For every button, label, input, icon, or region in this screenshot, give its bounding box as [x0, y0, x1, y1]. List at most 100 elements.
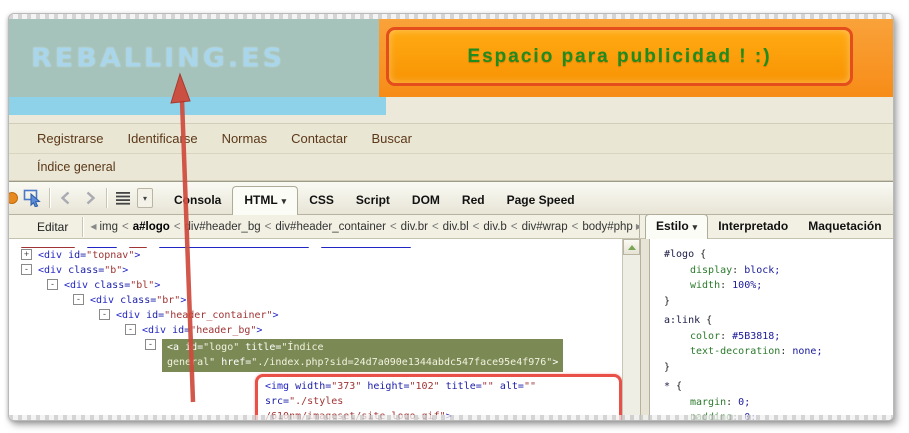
- forward-icon[interactable]: [78, 187, 102, 209]
- nav-link-registrarse[interactable]: Registrarse: [37, 131, 103, 146]
- ad-banner-area: Espacio para publicidad ! :): [379, 19, 893, 97]
- css-selector[interactable]: #logo: [664, 249, 694, 260]
- css-property-line[interactable]: margin: 0;: [664, 395, 893, 411]
- tab-css[interactable]: CSS: [298, 187, 345, 214]
- tab-red[interactable]: Red: [451, 187, 496, 214]
- css-property-name[interactable]: display: [690, 265, 732, 276]
- css-property-line[interactable]: display: block;: [664, 263, 893, 279]
- html-tree-panel[interactable]: +<div id="topnav">-<div class="b">-<div …: [9, 239, 622, 421]
- side-tab-interpretado[interactable]: Interpretado: [708, 215, 798, 238]
- code-token: >: [552, 357, 558, 368]
- tab-html[interactable]: HTML▾: [232, 186, 298, 215]
- path-item-div-b[interactable]: div.b: [483, 221, 506, 233]
- nav-link-normas[interactable]: Normas: [222, 131, 268, 146]
- panel-splitter[interactable]: [640, 239, 650, 421]
- code-token: "header_bg": [190, 325, 256, 336]
- css-property-name[interactable]: color: [690, 331, 720, 342]
- css-colon: :: [720, 280, 732, 291]
- expander-icon[interactable]: -: [47, 279, 58, 290]
- css-selector-line[interactable]: a:link {: [664, 313, 893, 329]
- css-selector-line[interactable]: #logo {: [664, 247, 893, 263]
- css-property-value[interactable]: none;: [792, 346, 822, 357]
- code-token: <div: [38, 250, 68, 261]
- selected-element-line: general" href="./index.php?sid=24d7a090e…: [167, 355, 558, 370]
- path-item-div-bl[interactable]: div.bl: [443, 221, 469, 233]
- expander-icon[interactable]: +: [21, 249, 32, 260]
- tree-node[interactable]: -<div id="header_container">: [9, 308, 622, 323]
- scrollbar[interactable]: [622, 239, 640, 421]
- site-logo-text[interactable]: REBALLING.ES: [31, 44, 285, 73]
- img-annotation-box[interactable]: <img width="373" height="102" title="" a…: [255, 374, 622, 421]
- path-item-body-php[interactable]: body#php: [582, 221, 633, 233]
- expander-icon[interactable]: -: [21, 264, 32, 275]
- css-colon: :: [732, 265, 744, 276]
- css-property-line[interactable]: width: 100%;: [664, 278, 893, 294]
- expander-icon[interactable]: -: [145, 339, 156, 350]
- code-token: id=: [68, 250, 86, 261]
- css-selector-line[interactable]: * {: [664, 379, 893, 395]
- css-property-value[interactable]: #5B3818;: [732, 331, 780, 342]
- inspect-element-icon[interactable]: [21, 187, 45, 209]
- site-breadcrumb[interactable]: Índice general: [37, 160, 116, 174]
- code-token: <div: [116, 310, 146, 321]
- path-item-img[interactable]: img: [100, 221, 119, 233]
- path-item-div-header_bg[interactable]: div#header_bg: [185, 221, 261, 233]
- firebug-icon[interactable]: [8, 192, 18, 204]
- css-brace: }: [664, 294, 893, 310]
- css-property-value[interactable]: block;: [744, 265, 780, 276]
- annotated-img-row[interactable]: <img width="373" height="102" title="" a…: [9, 374, 622, 421]
- side-tab-maquetación[interactable]: Maquetación: [798, 215, 891, 238]
- ad-banner[interactable]: Espacio para publicidad ! :): [386, 27, 853, 86]
- nav-link-identificarse[interactable]: Identificarse: [127, 131, 197, 146]
- css-property-value[interactable]: 100%;: [732, 280, 762, 291]
- css-property-name[interactable]: width: [690, 280, 720, 291]
- edit-button[interactable]: Editar: [27, 220, 78, 234]
- css-property-name[interactable]: text-decoration: [690, 346, 780, 357]
- css-property-name[interactable]: margin: [690, 397, 726, 408]
- tree-node[interactable]: -<div id="header_bg">: [9, 323, 622, 338]
- css-rule[interactable]: #logo {display: block;width: 100%;}: [664, 247, 893, 309]
- path-item-div-header_container[interactable]: div#header_container: [275, 221, 386, 233]
- tab-dom[interactable]: DOM: [401, 187, 451, 214]
- css-property-line[interactable]: color: #5B3818;: [664, 329, 893, 345]
- css-style-panel[interactable]: #logo {display: block;width: 100%;}a:lin…: [650, 239, 893, 421]
- tab-page-speed[interactable]: Page Speed: [496, 187, 586, 214]
- css-colon: :: [726, 397, 738, 408]
- panel-list-icon[interactable]: [111, 187, 135, 209]
- code-token: "bl": [130, 280, 154, 291]
- css-selector[interactable]: a:link: [664, 315, 700, 326]
- expander-icon[interactable]: -: [125, 324, 136, 335]
- scrollbar-thumb[interactable]: [624, 420, 639, 421]
- code-token: "": [524, 381, 536, 392]
- expander-icon[interactable]: -: [73, 294, 84, 305]
- css-property-line[interactable]: text-decoration: none;: [664, 344, 893, 360]
- site-logo-area[interactable]: REBALLING.ES: [9, 19, 379, 97]
- nav-link-contactar[interactable]: Contactar: [291, 131, 347, 146]
- tab-script[interactable]: Script: [345, 187, 401, 214]
- path-item-div-wrap[interactable]: div#wrap: [522, 221, 568, 233]
- code-token: id=: [172, 325, 190, 336]
- css-colon: :: [780, 346, 792, 357]
- side-panel-tabs: Estilo▾InterpretadoMaquetación: [639, 215, 893, 238]
- site-nav: Registrarse Identificarse Normas Contactar B…: [9, 123, 893, 153]
- firebug-toolbar: ▾ ConsolaHTML▾CSSScriptDOMRedPage Speed: [9, 181, 893, 215]
- selected-element-highlight[interactable]: <a id="logo" title="Índicegeneral" href=…: [162, 339, 563, 372]
- side-tab-estilo[interactable]: Estilo▾: [645, 214, 708, 239]
- tree-node[interactable]: -<div class="br">: [9, 293, 622, 308]
- expander-icon[interactable]: -: [99, 309, 110, 320]
- tree-node[interactable]: -<div class="bl">: [9, 278, 622, 293]
- scroll-up-icon[interactable]: [623, 239, 640, 255]
- css-property-value[interactable]: 0;: [738, 397, 750, 408]
- path-item-div-br[interactable]: div.br: [401, 221, 428, 233]
- tree-node[interactable]: +<div id="topnav">: [9, 248, 622, 263]
- back-icon[interactable]: [54, 187, 78, 209]
- firebug-tabs: ConsolaHTML▾CSSScriptDOMRedPage Speed: [163, 182, 586, 214]
- tree-node[interactable]: -<div class="b">: [9, 263, 622, 278]
- tab-consola[interactable]: Consola: [163, 187, 232, 214]
- path-item-a-logo[interactable]: a#logo: [133, 221, 170, 233]
- toolbar-dropdown-icon[interactable]: ▾: [137, 188, 153, 208]
- nav-link-buscar[interactable]: Buscar: [371, 131, 411, 146]
- css-rule[interactable]: a:link {color: #5B3818;text-decoration: …: [664, 313, 893, 375]
- selected-element-row[interactable]: - <a id="logo" title="Índicegeneral" hre…: [9, 339, 622, 372]
- path-scroll-left-icon[interactable]: ◀: [90, 222, 96, 231]
